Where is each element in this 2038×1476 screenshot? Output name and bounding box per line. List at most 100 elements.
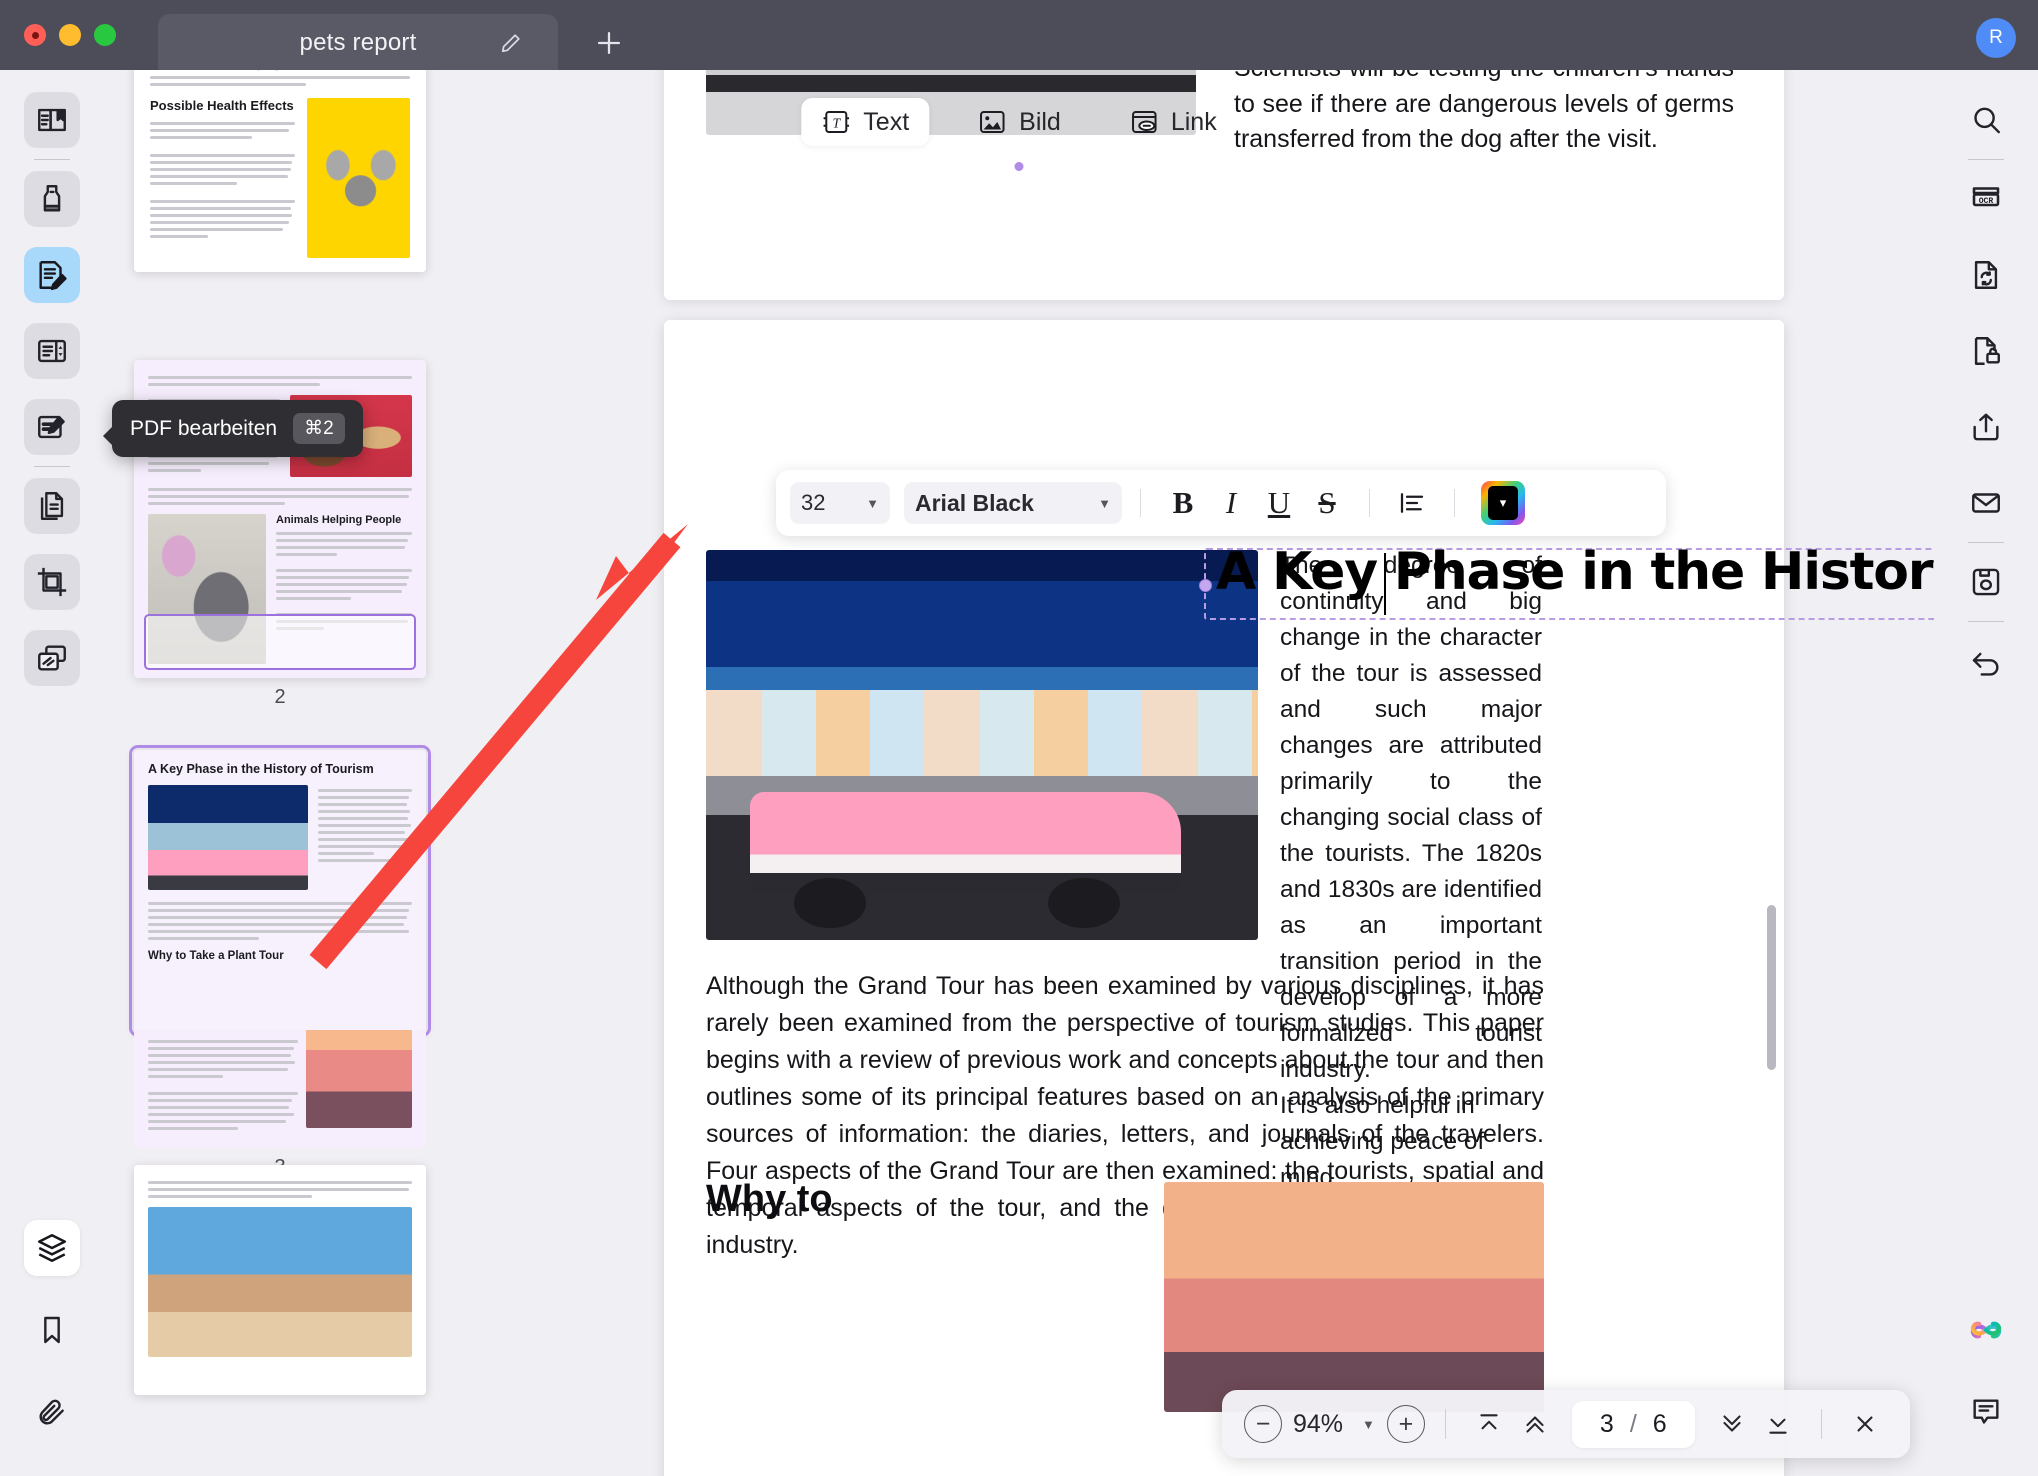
font-size-select[interactable]: 32 ▼ bbox=[790, 482, 890, 524]
document-tab[interactable]: pets report bbox=[158, 14, 558, 72]
thumbnail-page-4[interactable] bbox=[134, 1165, 426, 1395]
sidebar-item-highlight-tool[interactable] bbox=[24, 171, 80, 227]
previous-page-button[interactable] bbox=[1512, 1402, 1558, 1446]
last-page-button[interactable] bbox=[1755, 1402, 1801, 1446]
thumbnail-1-image bbox=[307, 98, 410, 258]
document-scrollbar[interactable] bbox=[1767, 905, 1776, 1070]
image-icon bbox=[977, 107, 1007, 137]
thumbnail-panel[interactable]: thereby funding research studies Possibl… bbox=[104, 70, 504, 1476]
tab-link[interactable]: Link bbox=[1109, 98, 1237, 146]
thumbnail-page-1[interactable]: thereby funding research studies Possibl… bbox=[134, 70, 426, 272]
thumbnail-2-number: 2 bbox=[134, 686, 426, 709]
active-mode-indicator bbox=[1015, 162, 1024, 171]
sidebar-item-attachments-panel[interactable] bbox=[24, 1384, 80, 1440]
close-zoombar-button[interactable] bbox=[1842, 1402, 1888, 1446]
edit-pdf-tooltip: PDF bearbeiten ⌘2 bbox=[112, 400, 363, 457]
thumbnail-page-3[interactable]: A Key Phase in the History of Tourism bbox=[134, 750, 426, 1179]
envelope-icon[interactable] bbox=[1958, 475, 2014, 531]
comment-bubble-icon[interactable] bbox=[1958, 1384, 2014, 1440]
sidebar-item-edit-page[interactable] bbox=[24, 323, 80, 379]
svg-text:T: T bbox=[832, 116, 841, 131]
app-window: pets report R bbox=[0, 0, 2038, 1476]
undo-arrow-icon[interactable] bbox=[1958, 633, 2014, 689]
toolbar-divider-3 bbox=[1454, 489, 1455, 517]
minimize-window-button[interactable] bbox=[59, 24, 81, 46]
lock-document-icon[interactable] bbox=[1958, 323, 2014, 379]
zoom-out-button[interactable]: − bbox=[1244, 1405, 1282, 1443]
page-title[interactable]: A Key Phase in the History of Tourism bbox=[1216, 542, 1934, 602]
sidebar-item-thumbnails-panel[interactable] bbox=[24, 1220, 80, 1276]
maximize-window-button[interactable] bbox=[94, 24, 116, 46]
chevron-down-icon: ▼ bbox=[866, 496, 879, 511]
zoom-dropdown-caret-icon[interactable]: ▼ bbox=[1362, 1417, 1375, 1432]
zoombar-divider-2 bbox=[1821, 1409, 1822, 1439]
new-tab-button[interactable] bbox=[592, 26, 626, 60]
close-window-button[interactable] bbox=[24, 24, 46, 46]
ocr-icon[interactable]: OCR bbox=[1958, 171, 2014, 227]
app-body: thereby funding research studies Possibl… bbox=[0, 70, 2038, 1476]
floppy-disk-icon[interactable] bbox=[1958, 554, 2014, 610]
zoom-in-button[interactable]: + bbox=[1387, 1405, 1425, 1443]
thumbnail-1-heading: Possible Health Effects bbox=[150, 98, 295, 113]
rename-pencil-icon[interactable] bbox=[500, 32, 522, 54]
window-controls bbox=[24, 24, 116, 46]
resize-handle-left[interactable] bbox=[1199, 579, 1212, 592]
page-number-field[interactable]: 3 / 6 bbox=[1572, 1401, 1695, 1448]
havana-street-image[interactable] bbox=[706, 550, 1258, 940]
share-icon[interactable] bbox=[1958, 399, 2014, 455]
sidebar-item-edit-pdf[interactable] bbox=[24, 247, 80, 303]
bold-button[interactable]: B bbox=[1159, 481, 1207, 525]
sidebar-item-crop-page[interactable] bbox=[24, 554, 80, 610]
rail-divider-2 bbox=[34, 466, 70, 467]
zoombar-divider-1 bbox=[1445, 1409, 1446, 1439]
page-separator: / bbox=[1630, 1410, 1637, 1439]
text-format-toolbar: 32 ▼ Arial Black ▼ B I U S ▾ bbox=[776, 470, 1666, 536]
toolbar-divider-1 bbox=[1140, 489, 1141, 517]
tab-bild[interactable]: Bild bbox=[957, 98, 1081, 146]
previous-page-paragraph: study is looking at the safety of bringi… bbox=[1234, 70, 1734, 158]
align-left-icon[interactable] bbox=[1388, 481, 1436, 525]
font-size-value: 32 bbox=[801, 490, 825, 516]
sidebar-item-reader-mode[interactable] bbox=[24, 92, 80, 148]
tab-link-label: Link bbox=[1171, 108, 1217, 137]
next-page-button[interactable] bbox=[1709, 1402, 1755, 1446]
sidebar-item-bookmarks-panel[interactable] bbox=[24, 1302, 80, 1358]
current-page-number: 3 bbox=[1600, 1410, 1614, 1439]
page-subheading[interactable]: Why to bbox=[706, 1178, 833, 1221]
current-color-swatch: ▾ bbox=[1488, 486, 1518, 520]
user-avatar[interactable]: R bbox=[1976, 18, 2016, 58]
tab-text[interactable]: T Text bbox=[801, 98, 929, 146]
bottom-image-eiffel[interactable] bbox=[1164, 1182, 1544, 1412]
right-divider-1 bbox=[1968, 159, 2004, 160]
link-icon bbox=[1129, 107, 1159, 137]
text-edit-box[interactable]: A Key Phase in the History of Tourism bbox=[1204, 548, 1934, 620]
ai-clover-icon[interactable] bbox=[1958, 1302, 2014, 1358]
font-family-value: Arial Black bbox=[915, 490, 1034, 517]
sidebar-item-convert-ocr[interactable] bbox=[24, 478, 80, 534]
thumbnail-3-image-eiffel bbox=[306, 1030, 412, 1128]
zoom-level-value[interactable]: 94% bbox=[1293, 1410, 1343, 1439]
zoom-navigation-bar: − 94% ▼ + 3 / 6 bbox=[1222, 1390, 1910, 1458]
thumbnail-3-overflow bbox=[134, 1030, 426, 1148]
document-canvas: study is looking at the safety of bringi… bbox=[504, 70, 1934, 1476]
total-page-count: 6 bbox=[1653, 1410, 1667, 1439]
underline-button[interactable]: U bbox=[1255, 481, 1303, 525]
convert-document-icon[interactable] bbox=[1958, 247, 2014, 303]
italic-button[interactable]: I bbox=[1207, 481, 1255, 525]
strikethrough-button[interactable]: S bbox=[1303, 481, 1351, 525]
text-color-picker[interactable]: ▾ bbox=[1481, 481, 1525, 525]
sidebar-item-annotate-sign[interactable] bbox=[24, 399, 80, 455]
rail-divider-1 bbox=[34, 159, 70, 160]
search-icon[interactable] bbox=[1958, 92, 2014, 148]
svg-text:OCR: OCR bbox=[1979, 197, 1994, 206]
thumbnail-3-subheading: Why to Take a Plant Tour bbox=[148, 950, 412, 962]
text-box-icon: T bbox=[821, 107, 851, 137]
font-family-select[interactable]: Arial Black ▼ bbox=[904, 482, 1122, 524]
chevron-down-icon: ▼ bbox=[1098, 496, 1111, 511]
tab-bild-label: Bild bbox=[1019, 108, 1061, 137]
title-bar: pets report R bbox=[0, 0, 2038, 70]
left-toolbar bbox=[0, 70, 104, 1476]
sidebar-item-organize-pages[interactable] bbox=[24, 630, 80, 686]
first-page-button[interactable] bbox=[1466, 1402, 1512, 1446]
right-divider-3 bbox=[1968, 621, 2004, 622]
